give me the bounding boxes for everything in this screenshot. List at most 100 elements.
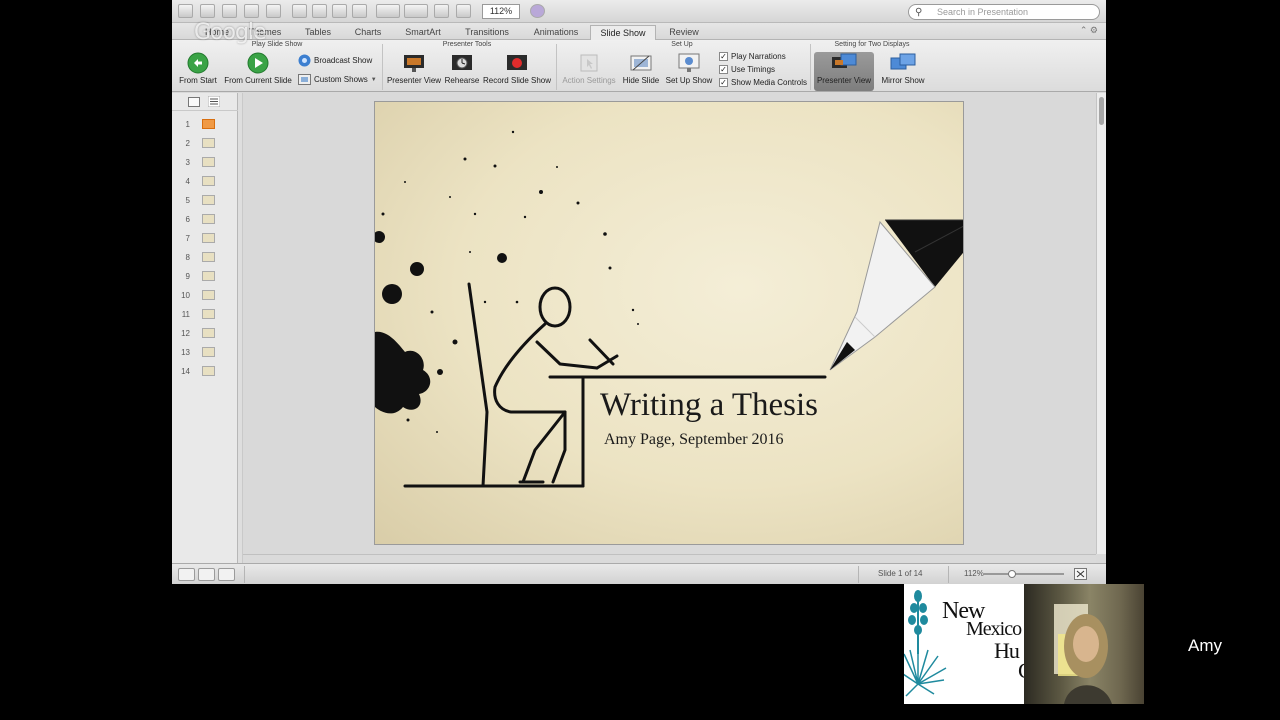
custom-shows-label: Custom Shows: [314, 75, 368, 84]
slide-thumbnail-image: [202, 366, 215, 376]
slide-thumbnail-number: 13: [181, 348, 190, 357]
notes-splitter[interactable]: [243, 554, 1096, 563]
rehearse-button[interactable]: Rehearse: [442, 52, 482, 85]
tab-slide-show[interactable]: Slide Show: [590, 25, 656, 40]
slide-thumbnail-image: [202, 233, 215, 243]
slide-thumbnail-number: 14: [181, 367, 190, 376]
action-settings-button[interactable]: Action Settings: [560, 52, 618, 85]
print-icon[interactable]: [266, 4, 281, 18]
slide-thumbnail[interactable]: 10: [172, 288, 238, 307]
ribbon-collapse-icon[interactable]: ⌃ ⚙: [1080, 25, 1098, 36]
toolbar-icon-new[interactable]: [178, 4, 193, 18]
show-media-controls-checkbox[interactable]: ✓ Show Media Controls: [719, 78, 807, 87]
slide-thumbnail[interactable]: 6: [172, 212, 238, 231]
checkmark-icon: ✓: [719, 65, 728, 74]
zoom-slider-knob[interactable]: [1008, 570, 1016, 578]
tab-charts[interactable]: Charts: [346, 25, 390, 40]
status-divider: [244, 566, 245, 583]
slide-thumbnail[interactable]: 14: [172, 364, 238, 383]
fit-window-icon[interactable]: [1074, 568, 1087, 580]
set-up-show-icon: [678, 53, 700, 72]
slide-thumbnail[interactable]: 7: [172, 231, 238, 250]
presenter-view-label: Presenter View: [386, 76, 442, 85]
slide-subtitle[interactable]: Amy Page, September 2016: [604, 431, 784, 449]
status-bar: Slide 1 of 14 112%: [172, 563, 1106, 584]
rehearse-label: Rehearse: [444, 76, 480, 85]
undo-icon[interactable]: [376, 4, 400, 18]
vertical-scrollbar[interactable]: [1096, 93, 1106, 554]
from-current-slide-button[interactable]: From Current Slide: [224, 52, 292, 85]
zoom-slider[interactable]: [984, 573, 1064, 575]
slide-thumbnail-image: [202, 328, 215, 338]
slide-thumbnail[interactable]: 5: [172, 193, 238, 212]
from-start-button[interactable]: From Start: [178, 52, 218, 85]
zoom-field[interactable]: 112%: [482, 4, 520, 19]
play-narrations-label: Play Narrations: [731, 52, 786, 61]
save-icon[interactable]: [244, 4, 259, 18]
slide-thumbnail[interactable]: 3: [172, 155, 238, 174]
slide-thumbnail[interactable]: 13: [172, 345, 238, 364]
slide-thumbnail[interactable]: 9: [172, 269, 238, 288]
redo-icon[interactable]: [404, 4, 428, 18]
checkmark-icon: ✓: [719, 78, 728, 87]
tab-animations[interactable]: Animations: [526, 25, 586, 40]
slide-thumbnail-image: [202, 309, 215, 319]
scrollbar-thumb[interactable]: [1099, 97, 1104, 125]
broadcast-show-button[interactable]: Broadcast Show: [298, 54, 372, 67]
group-separator: [810, 44, 811, 90]
toolbar-icon-templates[interactable]: [200, 4, 215, 18]
slide-thumbnail-number: 8: [185, 253, 190, 262]
slide-thumbnail[interactable]: 4: [172, 174, 238, 193]
record-slide-show-button[interactable]: Record Slide Show: [482, 52, 552, 85]
cut-icon[interactable]: [292, 4, 307, 18]
hide-slide-button[interactable]: Hide Slide: [620, 52, 662, 85]
slide-thumbnail-image: [202, 176, 215, 186]
play-narrations-checkbox[interactable]: ✓ Play Narrations: [719, 52, 786, 61]
slide-thumbnail-number: 1: [185, 120, 190, 129]
slide-thumbnail[interactable]: 8: [172, 250, 238, 269]
gallery-icon[interactable]: [456, 4, 471, 18]
slide-thumbnail[interactable]: 2: [172, 136, 238, 155]
current-slide[interactable]: Writing a Thesis Amy Page, September 201…: [374, 101, 964, 545]
slide-thumbnail[interactable]: 12: [172, 326, 238, 345]
paste-icon[interactable]: [332, 4, 347, 18]
group-separator: [382, 44, 383, 90]
ribbon: Play Slide Show From Start From Current …: [172, 40, 1106, 92]
presenter-monitor-icon: [832, 53, 857, 68]
two-display-presenter-view-button[interactable]: Presenter View: [814, 52, 874, 85]
screen: 112% ⚲ Search in Presentation Google Hom…: [0, 0, 1280, 720]
toolbar-icon-open[interactable]: [222, 4, 237, 18]
slide-thumbnail[interactable]: 11: [172, 307, 238, 326]
checkmark-icon: ✓: [719, 52, 728, 61]
copy-icon[interactable]: [312, 4, 327, 18]
play-icon: [247, 52, 269, 74]
slide-title[interactable]: Writing a Thesis: [600, 387, 818, 424]
slides-view-icon[interactable]: [188, 97, 200, 107]
search-input[interactable]: ⚲ Search in Presentation: [908, 4, 1100, 20]
mirror-show-button[interactable]: Mirror Show: [876, 52, 930, 85]
tab-review[interactable]: Review: [662, 25, 706, 40]
tab-transitions[interactable]: Transitions: [456, 25, 518, 40]
help-icon[interactable]: [530, 4, 545, 18]
slide-illustration: [375, 130, 963, 488]
set-up-show-button[interactable]: Set Up Show: [664, 52, 714, 85]
format-painter-icon[interactable]: [352, 4, 367, 18]
slide-thumbnail-image: [202, 214, 215, 224]
slide-thumbnail-image: [202, 157, 215, 167]
outline-view-icon[interactable]: [208, 96, 220, 107]
slide-thumbnail[interactable]: 1: [172, 117, 238, 136]
use-timings-checkbox[interactable]: ✓ Use Timings: [719, 65, 775, 74]
normal-view-button[interactable]: [178, 568, 195, 581]
two-display-presenter-label: Presenter View: [816, 76, 872, 85]
webcam-frame: [1054, 604, 1112, 704]
tab-tables[interactable]: Tables: [296, 25, 340, 40]
slide-show-view-button[interactable]: [218, 568, 235, 581]
slide-thumbnail-panel: 1 2 3 4 5 6 7 8 9 10 11 12 13 14: [172, 93, 238, 563]
tab-smartart[interactable]: SmartArt: [398, 25, 448, 40]
broadcast-icon: [298, 54, 311, 67]
slide-icon[interactable]: [434, 4, 449, 18]
custom-shows-button[interactable]: Custom Shows ▼: [298, 74, 377, 85]
presenter-view-button[interactable]: Presenter View: [386, 52, 442, 85]
slide-sorter-button[interactable]: [198, 568, 215, 581]
search-placeholder: Search in Presentation: [937, 7, 1029, 17]
